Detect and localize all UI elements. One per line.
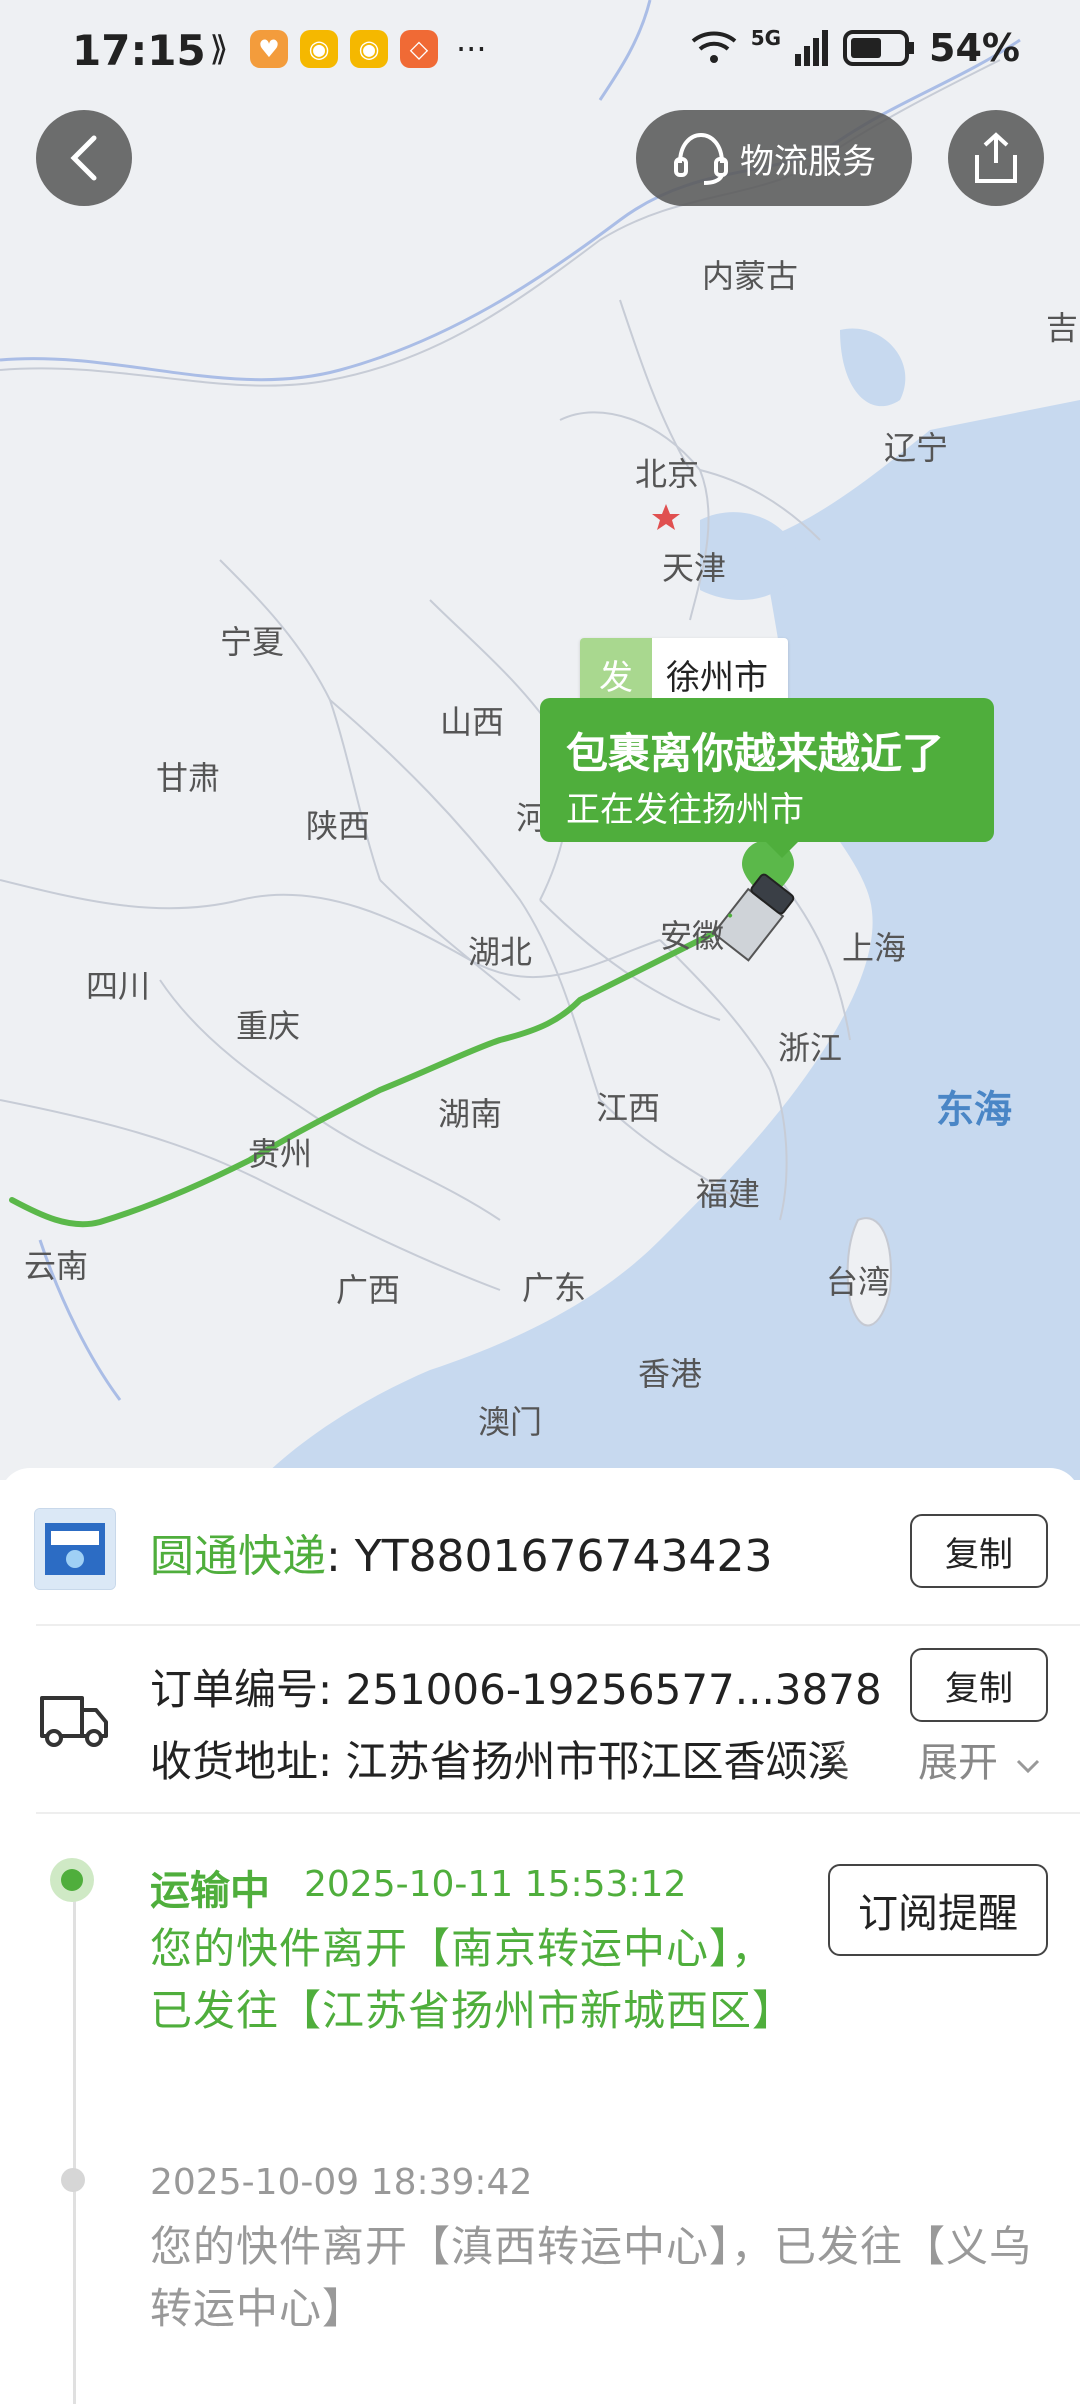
bubble-subtitle: 正在发往扬州市 <box>566 790 804 830</box>
expand-label: 展开 <box>918 1740 998 1786</box>
share-button[interactable] <box>948 110 1044 206</box>
map-label-shaanxi: 陕西 <box>305 807 371 845</box>
timeline-dot-active <box>50 1858 94 1902</box>
carrier-name: 圆通快递 <box>150 1531 326 1582</box>
event-description: 您的快件离开【滇西转运中心】，已发往【义乌转运中心】 <box>150 2222 1033 2333</box>
divider <box>36 1812 1080 1814</box>
status-bubble: 包裹离你越来越近了 正在发往扬州市 <box>540 698 994 858</box>
map-label-taiwan: 台湾 <box>825 1263 891 1301</box>
map-label-guangdong: 广东 <box>521 1269 587 1307</box>
status-time: 17:15 <box>72 26 206 75</box>
delivery-address: 收货地址: 江苏省扬州市邗江区香颂溪 <box>150 1737 850 1786</box>
signal-icon <box>795 30 829 66</box>
map-label-ji: 吉 <box>1045 309 1079 347</box>
event-time: 2025-10-11 15:53:12 <box>304 1864 687 1905</box>
timeline-dot <box>61 2168 85 2192</box>
map-label-shanxi: 山西 <box>439 703 505 741</box>
status-right: 5G 54% <box>691 26 1020 70</box>
order-number: 订单编号: 251006-19256577...3878 <box>150 1665 882 1714</box>
network-type: 5G <box>750 26 782 50</box>
heart-app-icon: ♥ <box>250 30 288 68</box>
app-red-icon: ◇ <box>400 30 438 68</box>
map-label-anhui: 安徽 <box>659 917 725 955</box>
divider <box>36 1624 1080 1626</box>
subscribe-reminder-button[interactable]: 订阅提醒 <box>828 1864 1048 1956</box>
map-label-xianggang: 香港 <box>637 1355 703 1393</box>
copy-order-button[interactable]: 复制 <box>910 1648 1048 1722</box>
copy-tracking-button[interactable]: 复制 <box>910 1514 1048 1588</box>
notification-icons: ⟫ ♥ ◉ ◉ ◇ ··· <box>200 29 487 69</box>
map-label-neimenggu: 内蒙古 <box>701 257 799 295</box>
headset-icon <box>674 132 728 185</box>
map-label-yunnan: 云南 <box>23 1247 89 1285</box>
map-label-hubei: 湖北 <box>467 933 533 971</box>
map-label-jiangxi: 江西 <box>595 1089 661 1127</box>
more-notifications: ··· <box>456 30 487 68</box>
logistics-service-button[interactable]: 物流服务 <box>636 110 912 206</box>
event-description: 您的快件离开【南京转运中心】，已发往【江苏省扬州市新城西区】 <box>150 1924 796 2035</box>
timeline-line <box>73 1884 76 2404</box>
logistics-map[interactable]: 内蒙古 吉 辽宁 北京 天津 宁夏 山西 甘肃 陕西 河 湖北 安徽 上海 四川… <box>0 0 1080 1480</box>
share-icon <box>975 132 1017 183</box>
map-label-gansu: 甘肃 <box>155 759 221 797</box>
map-label-sichuan: 四川 <box>85 967 151 1005</box>
battery-icon <box>843 30 915 66</box>
event-status: 运输中 <box>150 1868 270 1914</box>
battery-percent: 54% <box>929 26 1020 70</box>
map-label-aomen: 澳门 <box>477 1403 543 1441</box>
expand-address-button[interactable]: 展开 <box>828 1730 1041 1790</box>
map-label-hunan: 湖南 <box>437 1095 503 1133</box>
vpn-icon: ⟫ <box>209 29 229 69</box>
shipment-sheet: 圆通快递: YT8801676743423 复制 订单编号: 251006-19… <box>0 1468 1080 2404</box>
bubble-title: 包裹离你越来越近了 <box>566 729 945 778</box>
back-button[interactable] <box>36 110 132 206</box>
chevron-down-icon <box>1016 1759 1039 1774</box>
map-label-tianjin: 天津 <box>661 549 727 587</box>
map-label-fujian: 福建 <box>695 1175 761 1213</box>
map-label-liaoning: 辽宁 <box>883 429 949 467</box>
product-thumbnail[interactable] <box>34 1508 116 1590</box>
map-label-donghai: 东海 <box>935 1087 1013 1132</box>
map-label-shanghai: 上海 <box>841 929 907 967</box>
map-label-guizhou: 贵州 <box>247 1135 313 1173</box>
map-label-ningxia: 宁夏 <box>219 623 285 661</box>
event-time: 2025-10-09 18:39:42 <box>150 2162 533 2203</box>
carrier-row: 圆通快递: YT8801676743423 复制 <box>0 1468 1080 1624</box>
carrier-info: 圆通快递: YT8801676743423 <box>150 1520 773 1584</box>
tracking-number: : YT8801676743423 <box>326 1531 773 1582</box>
map-label-chongqing: 重庆 <box>235 1007 301 1045</box>
map-label-zhejiang: 浙江 <box>777 1029 843 1067</box>
service-label: 物流服务 <box>740 141 876 182</box>
map-label-guangxi: 广西 <box>335 1271 401 1309</box>
chevron-left-icon <box>70 135 97 181</box>
weibo-icon: ◉ <box>300 30 338 68</box>
map-label-beijing: 北京 <box>634 455 700 493</box>
truck-icon <box>40 1696 108 1747</box>
status-bar: 17:15 ⟫ ♥ ◉ ◉ ◇ ··· 5G 54% <box>0 0 1080 100</box>
wifi-icon <box>691 31 736 63</box>
weibo-icon-2: ◉ <box>350 30 388 68</box>
